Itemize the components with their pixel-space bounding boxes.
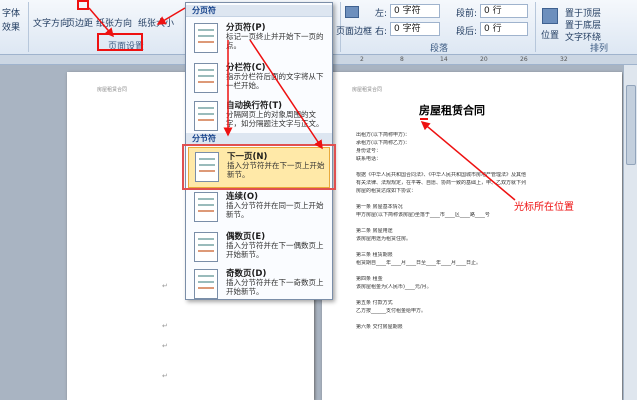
- word-window: { "ribbon": { "font_label": "字体", "effec…: [0, 0, 637, 400]
- arrow-to-page: [249, 39, 323, 150]
- arrow-to-page-setup: [88, 7, 114, 38]
- arrow-to-cursor: [420, 121, 516, 201]
- arrow-to-break-button: [156, 7, 186, 25]
- annotation-arrows: [88, 7, 516, 201]
